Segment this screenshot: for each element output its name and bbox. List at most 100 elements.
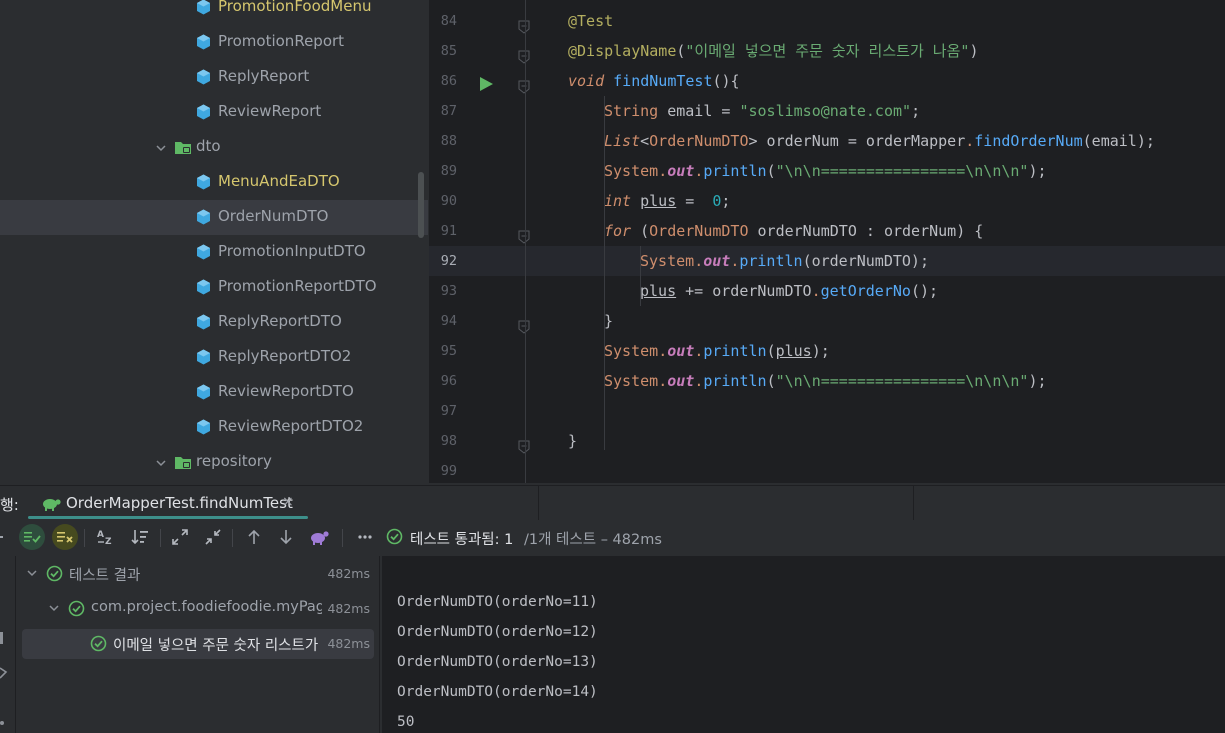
class-icon [196, 314, 211, 330]
test-result-row[interactable]: 이메일 넣으면 주문 숫자 리스트가 나옴 482ms [22, 629, 374, 659]
line-number: 98 [440, 433, 457, 449]
console-line: OrderNumDTO(orderNo=11) [397, 594, 598, 610]
run-tool-window: 행: OrderMapperTest.findNumTest × A Z 테스트… [0, 485, 1225, 733]
test-result-row[interactable]: 테스트 결과 482ms [22, 559, 374, 589]
fold-marker-icon[interactable] [518, 314, 530, 334]
fold-marker-icon[interactable] [518, 224, 530, 244]
status-detail: /1개 테스트 – 482ms [524, 532, 662, 548]
code-text: plus += orderNumDTO.getOrderNo(); [640, 282, 939, 300]
tree-class[interactable]: PromotionReportDTO [0, 270, 428, 305]
line-number: 87 [440, 103, 457, 119]
show-ignored-button[interactable] [52, 524, 78, 550]
code-line[interactable]: 89 System.out.println("\n\n==============… [429, 156, 1225, 186]
code-line[interactable]: 88 List<OrderNumDTO> orderNum = orderMapp… [429, 126, 1225, 156]
tree-item-label: MenuAndEaDTO [218, 172, 340, 190]
tree-class[interactable]: ReviewReportDTO2 [0, 410, 428, 445]
tree-package[interactable]: repository [0, 445, 428, 480]
code-line[interactable]: 96 System.out.println("\n\n==============… [429, 366, 1225, 396]
fold-marker-icon[interactable] [518, 14, 530, 34]
active-tab-indicator [28, 516, 308, 519]
close-icon[interactable]: × [282, 494, 294, 510]
sort-az-icon: A Z [97, 530, 112, 546]
fold-marker-icon[interactable] [518, 74, 530, 94]
code-line[interactable]: 91 for (OrderNumDTO orderNumDTO : orderNu… [429, 216, 1225, 246]
tree-class[interactable]: ReviewReportDTO [0, 375, 428, 410]
package-icon [174, 140, 194, 156]
tree-scrollbar[interactable] [418, 172, 424, 238]
fold-marker-icon[interactable] [518, 434, 530, 454]
expand-icon [172, 529, 188, 545]
sort-alphabetically-button[interactable]: A Z [93, 524, 119, 550]
stop-icon[interactable] [0, 632, 4, 646]
sort-duration-icon [131, 530, 148, 545]
code-line[interactable]: 85 @DisplayName("이메일 넣으면 주문 숫자 리스트가 나옴") [429, 36, 1225, 66]
tree-class[interactable]: ReplyReport [0, 60, 428, 95]
overflow-icon [0, 536, 3, 538]
tree-class[interactable]: OrderNumDTO [0, 200, 428, 235]
tree-class[interactable]: MenuAndEaDTO [0, 165, 428, 200]
toolbar-separator [160, 529, 161, 547]
tree-item-label: dto [196, 137, 221, 155]
chevron-down-icon[interactable] [155, 142, 167, 154]
collapse-all-button[interactable] [200, 524, 226, 550]
pin-icon[interactable] [0, 666, 8, 680]
code-editor[interactable]: 84 @Test 85 @DisplayName("이메일 넣으면 주문 숫자 리스트… [429, 0, 1225, 483]
chevron-down-icon[interactable] [26, 567, 38, 579]
code-line[interactable]: 98} [429, 426, 1225, 456]
tree-item-label: PromotionReportDTO [218, 277, 377, 295]
code-line[interactable]: 90 int plus = 0; [429, 186, 1225, 216]
line-number: 99 [440, 463, 457, 479]
show-passed-button[interactable] [19, 524, 45, 550]
class-icon [196, 209, 211, 225]
class-icon [196, 349, 211, 365]
passed-icon [46, 565, 63, 582]
test-duration: 482ms [327, 601, 370, 616]
code-line[interactable]: 92 System.out.println(orderNumDTO); [429, 246, 1225, 276]
collapse-icon [205, 529, 221, 545]
line-number: 88 [440, 133, 457, 149]
run-test-icon[interactable] [477, 73, 495, 91]
line-number: 93 [440, 283, 457, 299]
tree-package[interactable]: dto [0, 130, 428, 165]
line-number: 96 [440, 373, 457, 389]
previous-failed-button[interactable] [241, 524, 267, 550]
expand-all-button[interactable] [167, 524, 193, 550]
run-tab-bar: 행: OrderMapperTest.findNumTest × [0, 486, 1225, 520]
code-line[interactable]: 86 void findNumTest(){ [429, 66, 1225, 96]
code-line[interactable]: 95 System.out.println(plus); [429, 336, 1225, 366]
chevron-down-icon[interactable] [155, 457, 167, 469]
next-failed-button[interactable] [273, 524, 299, 550]
settings-icon[interactable] [0, 718, 6, 728]
code-line[interactable]: 87 String email = "soslimso@nate.com"; [429, 96, 1225, 126]
code-line[interactable]: 94} [429, 306, 1225, 336]
code-line[interactable]: 93 plus += orderNumDTO.getOrderNo(); [429, 276, 1225, 306]
chevron-down-icon[interactable] [48, 602, 60, 614]
class-icon [196, 419, 211, 435]
turtle-test-icon [43, 499, 61, 511]
console-output[interactable]: OrderNumDTO(orderNo=11) OrderNumDTO(order… [382, 556, 1225, 733]
run-toolbar: A Z 테스트 통과됨: 1 /1개 테스트 – 482ms [0, 524, 1225, 554]
import-tests-button[interactable] [306, 524, 332, 550]
tree-class[interactable]: PromotionReport [0, 25, 428, 60]
tree-class[interactable]: PromotionInputDTO [0, 235, 428, 270]
arrow-up-icon [248, 529, 260, 544]
class-icon [196, 104, 211, 120]
run-window-label: 행: [0, 496, 19, 514]
indent-guide [640, 246, 641, 306]
code-line[interactable]: 99 [429, 456, 1225, 483]
test-result-row[interactable]: com.project.foodiefoodie.myPage.re 482ms [22, 594, 374, 624]
tree-class[interactable]: ReplyReportDTO2 [0, 340, 428, 375]
code-line[interactable]: 84 @Test [429, 6, 1225, 36]
sort-by-duration-button[interactable] [127, 524, 153, 550]
code-text: @Test [568, 12, 614, 30]
status-text: 테스트 통과됨: 1 [410, 532, 514, 548]
run-tab-findnumtest[interactable]: OrderMapperTest.findNumTest × [28, 486, 308, 520]
more-options-button[interactable] [352, 524, 378, 550]
test-result-label: 테스트 결과 [69, 568, 141, 584]
tree-class[interactable]: ReviewReport [0, 95, 428, 130]
tree-item-label: ReplyReport [218, 67, 310, 85]
fold-marker-icon[interactable] [518, 44, 530, 64]
tree-class[interactable]: PromotionFoodMenu [0, 0, 428, 25]
tree-class[interactable]: ReplyReportDTO [0, 305, 428, 340]
code-line[interactable]: 97 [429, 396, 1225, 426]
